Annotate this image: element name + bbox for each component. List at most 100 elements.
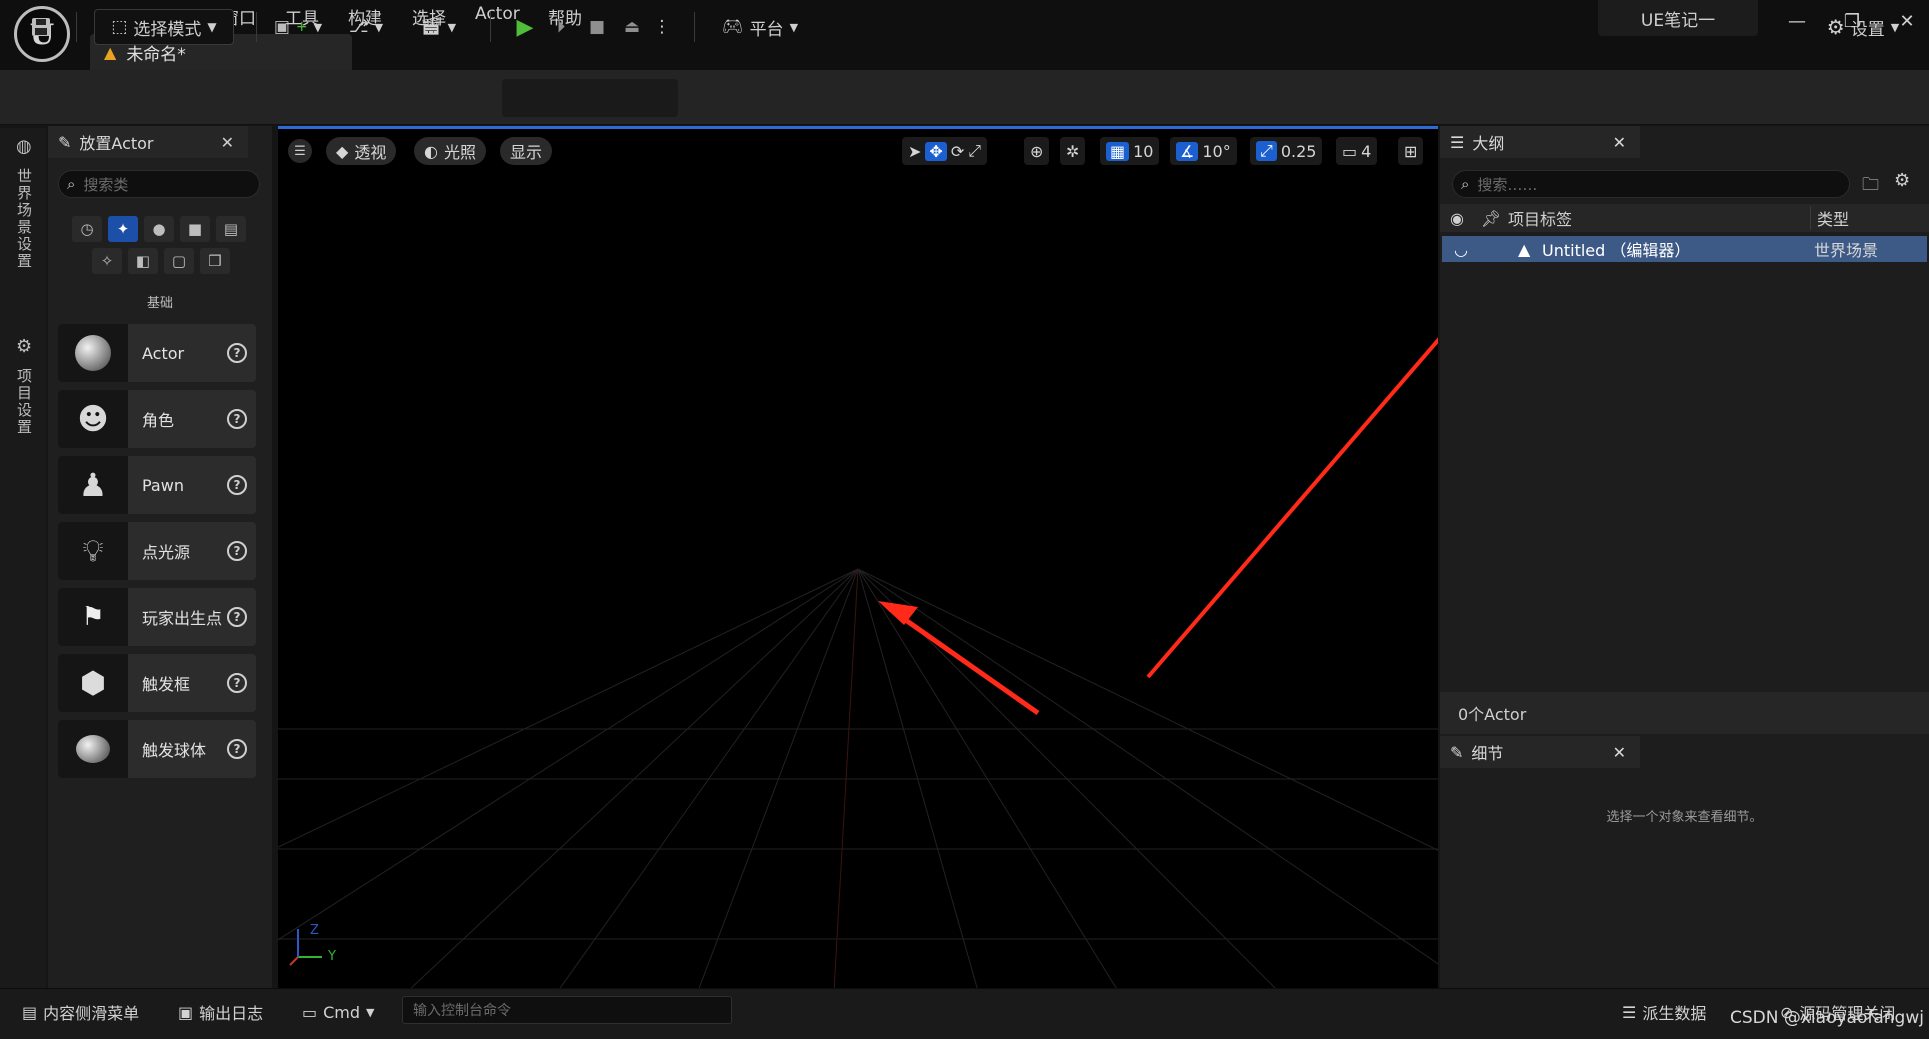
grid-snap-value: 10 bbox=[1133, 141, 1154, 161]
toolbar-divider bbox=[694, 12, 695, 42]
settings-dropdown[interactable]: ⚙ 设置 ▼ bbox=[1818, 9, 1908, 45]
actor-item-pawn[interactable]: ♟ Pawn ? bbox=[58, 456, 256, 514]
trigger-box-thumbnail: ⬢ bbox=[58, 654, 128, 712]
camera-speed-control[interactable]: ▭ 4 bbox=[1336, 137, 1378, 165]
help-icon[interactable]: ? bbox=[227, 475, 247, 495]
content-drawer-button[interactable]: ▤ 内容侧滑菜单 bbox=[22, 996, 139, 1028]
stop-icon[interactable]: ■ bbox=[582, 9, 612, 45]
translate-icon[interactable]: ✥ bbox=[925, 141, 947, 161]
close-icon[interactable]: ✕ bbox=[1613, 743, 1626, 762]
cinematic-icon[interactable]: ▤ bbox=[216, 216, 246, 242]
help-icon[interactable]: ? bbox=[227, 343, 247, 363]
volumes-icon[interactable]: ▢ bbox=[164, 248, 194, 274]
derived-data-button[interactable]: ☰ 派生数据 bbox=[1622, 996, 1706, 1028]
save-icon[interactable] bbox=[26, 9, 56, 45]
more-options-icon[interactable]: ⋮ bbox=[652, 9, 672, 45]
add-cube-icon: ▣ bbox=[273, 17, 290, 37]
derived-data-icon: ☰ bbox=[1622, 1002, 1637, 1022]
gear-icon[interactable]: ⚙ bbox=[1894, 170, 1910, 191]
cinematics-button[interactable]: 🎬︎ ▼ bbox=[412, 9, 464, 45]
scale-snap-control[interactable]: ⤢ 0.25 bbox=[1250, 137, 1323, 165]
step-icon[interactable]: ⏵︎ bbox=[546, 9, 576, 45]
basic-shapes-icon[interactable]: ✦ bbox=[108, 216, 138, 242]
world-local-toggle[interactable]: ⊕ bbox=[1024, 137, 1050, 165]
select-arrow-icon[interactable]: ➤ bbox=[908, 142, 921, 161]
visibility-eye-icon[interactable]: ◡ bbox=[1442, 240, 1480, 259]
chevron-down-icon: ▼ bbox=[313, 20, 323, 34]
console-command-input[interactable]: 输入控制台命令 bbox=[402, 996, 732, 1024]
actor-item-label: 角色 bbox=[142, 411, 175, 430]
shapes-icon[interactable]: ■ bbox=[180, 216, 210, 242]
level-viewport[interactable]: ☰ ◆ 透视 ◐ 光照 显示 ➤ ✥ ⟳ ⤢ ⊕ ✲ ▦ 10 ∡ 10° ⤢ … bbox=[278, 126, 1438, 988]
details-pencil-icon: ✎ bbox=[1450, 742, 1464, 762]
rotate-icon[interactable]: ⟳ bbox=[951, 142, 964, 161]
recent-icon[interactable]: ◷ bbox=[72, 216, 102, 242]
globe-icon: ◍ bbox=[16, 136, 32, 157]
platform-dropdown[interactable]: 🎮︎ 平台 ▼ bbox=[712, 9, 808, 45]
character-head-icon: ☻ bbox=[77, 401, 109, 437]
search-icon: ⌕ bbox=[1461, 175, 1470, 193]
category-label: 基础 bbox=[146, 296, 173, 311]
scale-icon[interactable]: ⤢ bbox=[968, 141, 981, 161]
eject-icon[interactable]: ⏏ bbox=[617, 9, 647, 45]
light-icon[interactable]: ● bbox=[144, 216, 174, 242]
actor-item-trigger-box[interactable]: ⬢ 触发框 ? bbox=[58, 654, 256, 712]
select-mode-icon: ⬚ bbox=[111, 17, 128, 37]
project-settings-icon: ⚙ bbox=[16, 336, 33, 357]
place-actor-tab[interactable]: ✎ 放置Actor ✕ bbox=[48, 126, 248, 158]
camera-speed-value: 4 bbox=[1361, 141, 1372, 161]
world-settings-tab[interactable]: 世界场景设置 bbox=[14, 168, 35, 270]
details-empty-message: 选择一个对象来查看细节。 bbox=[1606, 810, 1763, 825]
actor-thumbnail bbox=[58, 324, 128, 382]
pin-icon[interactable]: 📌︎ bbox=[1474, 209, 1508, 228]
actor-item-player-start[interactable]: ⚑ 玩家出生点 ? bbox=[58, 588, 256, 646]
help-icon[interactable]: ? bbox=[227, 409, 247, 429]
outliner-search-input[interactable]: ⌕ 搜索…… bbox=[1452, 170, 1850, 198]
viewport-layout-button[interactable]: ⊞ bbox=[1398, 137, 1424, 165]
help-icon[interactable]: ? bbox=[227, 541, 247, 561]
column-type[interactable]: 类型 bbox=[1810, 206, 1849, 230]
cmd-dropdown[interactable]: ▭ Cmd ▼ bbox=[302, 996, 375, 1028]
help-icon[interactable]: ? bbox=[227, 607, 247, 627]
close-icon[interactable]: ✕ bbox=[1613, 133, 1626, 152]
help-icon[interactable]: ? bbox=[227, 739, 247, 759]
surface-snap-toggle[interactable]: ✲ bbox=[1060, 137, 1086, 165]
rotation-snap-control[interactable]: ∡ 10° bbox=[1170, 137, 1237, 165]
lighting-button[interactable]: ◐ 光照 bbox=[414, 137, 486, 165]
add-actor-button[interactable]: ▣ + ▼ bbox=[272, 9, 324, 45]
visibility-icon[interactable]: ◉ bbox=[1440, 209, 1474, 228]
perspective-button[interactable]: ◆ 透视 bbox=[326, 137, 397, 165]
select-mode-dropdown[interactable]: ⬚ 选择模式 ▼ bbox=[94, 9, 234, 45]
actor-item-actor[interactable]: Actor ? bbox=[58, 324, 256, 382]
help-icon[interactable]: ? bbox=[227, 673, 247, 693]
close-icon[interactable]: ✕ bbox=[221, 133, 234, 152]
outliner-tab[interactable]: ☰ 大纲 ✕ bbox=[1440, 126, 1640, 158]
place-actor-title: 放置Actor bbox=[79, 134, 154, 153]
grid-snap-control[interactable]: ▦ 10 bbox=[1100, 137, 1160, 165]
csdn-watermark: CSDN @xiaoyaofangwj bbox=[1730, 1008, 1924, 1028]
outliner-row-untitled[interactable]: ◡ ▲ Untitled （编辑器） 世界场景 bbox=[1442, 236, 1927, 262]
actor-item-character[interactable]: ☻ 角色 ? bbox=[58, 390, 256, 448]
minimize-icon[interactable]: — bbox=[1782, 6, 1812, 36]
play-icon[interactable]: ▶ bbox=[510, 9, 540, 45]
show-button[interactable]: 显示 bbox=[500, 137, 553, 165]
geometry-icon[interactable]: ◧ bbox=[128, 248, 158, 274]
visual-effects-icon[interactable]: ✧ bbox=[92, 248, 122, 274]
project-settings-tab[interactable]: 项目设置 bbox=[14, 368, 35, 436]
details-tab[interactable]: ✎ 细节 ✕ bbox=[1440, 736, 1640, 768]
viewport-menu-icon[interactable]: ☰ bbox=[288, 139, 312, 163]
output-log-label: 输出日志 bbox=[199, 1004, 264, 1023]
blueprint-button[interactable]: ⎇ ▼ bbox=[340, 9, 392, 45]
class-search-input[interactable]: ⌕ 搜索类 bbox=[58, 170, 260, 198]
actor-item-point-light[interactable]: 💡︎ 点光源 ? bbox=[58, 522, 256, 580]
output-log-button[interactable]: ▣ 输出日志 bbox=[178, 996, 263, 1028]
all-classes-icon[interactable]: ❒ bbox=[200, 248, 230, 274]
column-item-label[interactable]: 项目标签 bbox=[1508, 206, 1810, 230]
rotation-snap-value: 10° bbox=[1202, 141, 1231, 161]
layout-icon: ⊞ bbox=[1404, 141, 1418, 161]
add-folder-icon[interactable]: 🗀︎ bbox=[1862, 172, 1879, 201]
actor-item-trigger-sphere[interactable]: 触发球体 ? bbox=[58, 720, 256, 778]
class-search-placeholder: 搜索类 bbox=[83, 175, 129, 194]
scale-snap-value: 0.25 bbox=[1280, 141, 1317, 161]
actor-item-label: Actor bbox=[142, 343, 185, 363]
